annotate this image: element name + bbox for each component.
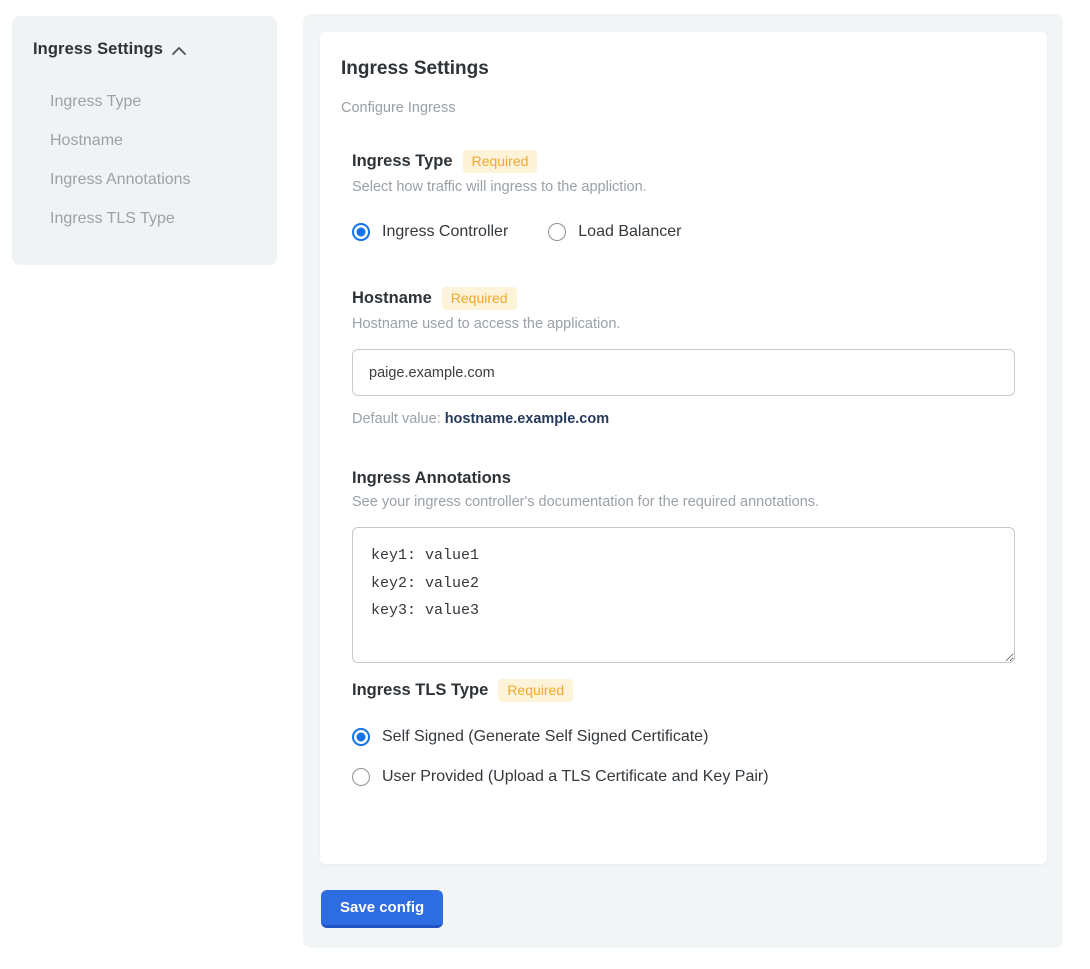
sidebar-item-ingress-annotations[interactable]: Ingress Annotations (50, 161, 256, 200)
radio-user-provided[interactable] (352, 768, 370, 786)
radio-load-balancer[interactable] (548, 223, 566, 241)
radio-option-ingress-controller[interactable]: Ingress Controller (352, 223, 508, 241)
sidebar-item-ingress-type[interactable]: Ingress Type (50, 83, 256, 122)
page: Ingress Settings Ingress Type Hostname I… (0, 0, 1090, 969)
hostname-description: Hostname used to access the application. (352, 316, 1026, 332)
section-ingress-tls-type: Ingress TLS Type Required Self Signed (G… (352, 679, 1026, 786)
radio-option-user-provided[interactable]: User Provided (Upload a TLS Certificate … (352, 768, 1026, 786)
page-subtitle: Configure Ingress (341, 100, 1026, 116)
page-title: Ingress Settings (341, 58, 1026, 80)
ingress-annotations-label: Ingress Annotations (352, 469, 511, 488)
radio-label: User Provided (Upload a TLS Certificate … (382, 768, 769, 786)
section-hostname: Hostname Required Hostname used to acces… (352, 287, 1026, 427)
required-badge: Required (442, 287, 517, 310)
sidebar-items: Ingress Type Hostname Ingress Annotation… (50, 83, 256, 239)
hostname-default-row: Default value: hostname.example.com (352, 411, 1026, 427)
chevron-up-icon (172, 47, 186, 55)
sidebar-group-ingress-settings[interactable]: Ingress Settings (33, 40, 256, 59)
ingress-type-description: Select how traffic will ingress to the a… (352, 179, 1026, 195)
required-badge: Required (498, 679, 573, 702)
hostname-input[interactable] (352, 349, 1015, 396)
main-panel: Ingress Settings Configure Ingress Ingre… (303, 14, 1063, 948)
ingress-type-label: Ingress Type (352, 152, 453, 171)
radio-option-self-signed[interactable]: Self Signed (Generate Self Signed Certif… (352, 728, 1026, 746)
radio-label: Self Signed (Generate Self Signed Certif… (382, 728, 708, 746)
save-config-button[interactable]: Save config (321, 890, 443, 928)
radio-option-load-balancer[interactable]: Load Balancer (548, 223, 681, 241)
radio-label: Ingress Controller (382, 223, 508, 241)
ingress-type-radio-group: Ingress Controller Load Balancer (352, 223, 1026, 241)
required-badge: Required (463, 150, 538, 173)
default-value-text: hostname.example.com (445, 411, 609, 427)
ingress-tls-radio-group: Self Signed (Generate Self Signed Certif… (352, 728, 1026, 786)
hostname-label: Hostname (352, 289, 432, 308)
sidebar: Ingress Settings Ingress Type Hostname I… (12, 16, 277, 265)
ingress-annotations-textarea[interactable]: key1: value1 key2: value2 key3: value3 (352, 527, 1015, 663)
radio-self-signed[interactable] (352, 728, 370, 746)
ingress-tls-type-label: Ingress TLS Type (352, 681, 488, 700)
ingress-settings-card: Ingress Settings Configure Ingress Ingre… (320, 32, 1047, 864)
sidebar-item-hostname[interactable]: Hostname (50, 122, 256, 161)
radio-ingress-controller[interactable] (352, 223, 370, 241)
sidebar-item-ingress-tls-type[interactable]: Ingress TLS Type (50, 200, 256, 239)
section-ingress-type: Ingress Type Required Select how traffic… (352, 150, 1026, 241)
default-value-label: Default value: (352, 411, 445, 427)
radio-label: Load Balancer (578, 223, 681, 241)
section-ingress-annotations: Ingress Annotations See your ingress con… (352, 469, 1026, 663)
ingress-annotations-description: See your ingress controller's documentat… (352, 494, 1026, 510)
sidebar-group-title: Ingress Settings (33, 40, 163, 59)
